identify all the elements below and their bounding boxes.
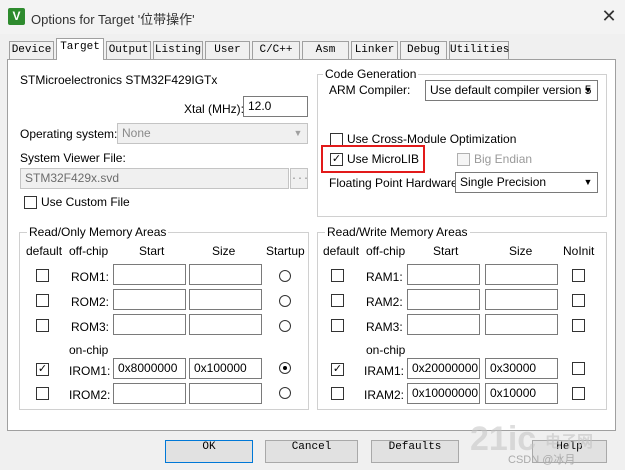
rw-header-size: Size (509, 244, 533, 258)
defaults-button[interactable]: Defaults (371, 440, 459, 463)
chevron-down-icon: ▼ (583, 177, 593, 187)
browse-button[interactable]: ... (290, 168, 309, 189)
check-icon: ✓ (37, 363, 48, 375)
ro-header-default: default (26, 244, 63, 258)
iram2-label: IRAM2: (364, 388, 405, 402)
ram1-label: RAM1: (366, 270, 403, 284)
irom1-size-input[interactable]: 0x100000 (189, 358, 262, 379)
irom1-label: IROM1: (69, 364, 111, 378)
ram1-default-checkbox[interactable] (331, 269, 344, 282)
ram2-noinit-checkbox[interactable] (572, 294, 585, 307)
ram1-size-input[interactable] (485, 264, 558, 285)
irom2-start-input[interactable] (113, 383, 186, 404)
svf-label: System Viewer File: (20, 151, 126, 165)
rom1-label: ROM1: (71, 270, 110, 284)
rom2-start-input[interactable] (113, 289, 186, 310)
chevron-down-icon: ▼ (293, 128, 303, 138)
custom-file-label: Use Custom File (41, 195, 130, 209)
ro-onchip-label: on-chip (69, 343, 109, 357)
irom2-size-input[interactable] (189, 383, 262, 404)
code-generation-legend: Code Generation (323, 67, 419, 81)
ok-button[interactable]: OK (165, 440, 253, 463)
iram1-default-checkbox[interactable]: ✓ (331, 363, 344, 376)
rw-header-noinit: NoInit (563, 244, 595, 258)
ram2-label: RAM2: (366, 295, 403, 309)
os-select[interactable]: None ▼ (117, 123, 308, 144)
device-name: STMicroelectronics STM32F429IGTx (20, 73, 218, 87)
arm-compiler-select[interactable]: Use default compiler version 5 ▼ (425, 80, 598, 101)
rw-memory-legend: Read/Write Memory Areas (325, 225, 470, 239)
rom1-start-input[interactable] (113, 264, 186, 285)
rw-header-default: default (323, 244, 360, 258)
rom2-default-checkbox[interactable] (36, 294, 49, 307)
irom2-label: IROM2: (69, 388, 111, 402)
rom3-size-input[interactable] (189, 314, 262, 335)
iram1-label: IRAM1: (364, 364, 405, 378)
os-label: Operating system: (20, 127, 118, 141)
ro-header-size: Size (212, 244, 236, 258)
ram3-start-input[interactable] (407, 314, 480, 335)
rom3-label: ROM3: (71, 320, 110, 334)
ram1-noinit-checkbox[interactable] (572, 269, 585, 282)
rom1-startup-radio[interactable] (279, 270, 291, 282)
big-endian-label: Big Endian (474, 152, 533, 166)
check-icon: ✓ (332, 363, 343, 375)
iram2-size-input[interactable]: 0x10000 (485, 383, 558, 404)
ro-header-offchip: off-chip (69, 244, 109, 258)
fph-select[interactable]: Single Precision ▼ (455, 172, 598, 193)
rw-header-start: Start (433, 244, 459, 258)
ro-header-start: Start (139, 244, 165, 258)
microlib-checkbox[interactable]: ✓ (330, 153, 343, 166)
iram1-size-input[interactable]: 0x30000 (485, 358, 558, 379)
irom2-default-checkbox[interactable] (36, 387, 49, 400)
watermark-credit: CSDN @冰月 (508, 454, 576, 466)
ram3-default-checkbox[interactable] (331, 319, 344, 332)
iram1-start-input[interactable]: 0x20000000 (407, 358, 480, 379)
ram3-label: RAM3: (366, 320, 403, 334)
radio-selected-dot (283, 366, 287, 370)
xtal-label: Xtal (MHz): (184, 102, 244, 116)
rw-onchip-label: on-chip (366, 343, 406, 357)
ram3-noinit-checkbox[interactable] (572, 319, 585, 332)
rom3-startup-radio[interactable] (279, 320, 291, 332)
ram2-size-input[interactable] (485, 289, 558, 310)
rom2-startup-radio[interactable] (279, 295, 291, 307)
ram2-default-checkbox[interactable] (331, 294, 344, 307)
rom3-start-input[interactable] (113, 314, 186, 335)
ram2-start-input[interactable] (407, 289, 480, 310)
cancel-button[interactable]: Cancel (265, 440, 358, 463)
cross-module-label: Use Cross-Module Optimization (347, 132, 517, 146)
rw-header-offchip: off-chip (366, 244, 406, 258)
iram1-noinit-checkbox[interactable] (572, 362, 585, 375)
custom-file-checkbox[interactable] (24, 196, 37, 209)
ram3-size-input[interactable] (485, 314, 558, 335)
rom1-size-input[interactable] (189, 264, 262, 285)
rom3-default-checkbox[interactable] (36, 319, 49, 332)
check-icon: ✓ (331, 153, 342, 165)
irom1-startup-radio[interactable] (279, 362, 291, 374)
watermark-site: 电子网 (545, 432, 594, 451)
rom2-size-input[interactable] (189, 289, 262, 310)
microlib-label: Use MicroLIB (347, 152, 420, 166)
irom1-default-checkbox[interactable]: ✓ (36, 363, 49, 376)
irom1-start-input[interactable]: 0x8000000 (113, 358, 186, 379)
iram2-default-checkbox[interactable] (331, 387, 344, 400)
svf-input[interactable]: STM32F429x.svd (20, 168, 289, 189)
iram2-start-input[interactable]: 0x10000000 (407, 383, 480, 404)
iram2-noinit-checkbox[interactable] (572, 387, 585, 400)
rom2-label: ROM2: (71, 295, 110, 309)
ro-header-startup: Startup (266, 244, 305, 258)
os-value: None (122, 126, 151, 140)
irom2-startup-radio[interactable] (279, 387, 291, 399)
rom1-default-checkbox[interactable] (36, 269, 49, 282)
ram1-start-input[interactable] (407, 264, 480, 285)
arm-compiler-label: ARM Compiler: (329, 83, 411, 97)
xtal-input[interactable]: 12.0 (243, 96, 308, 117)
chevron-down-icon: ▼ (583, 85, 593, 95)
big-endian-checkbox[interactable] (457, 153, 470, 166)
ro-memory-legend: Read/Only Memory Areas (27, 225, 169, 239)
fph-value: Single Precision (460, 175, 547, 189)
fph-label: Floating Point Hardware: (329, 176, 462, 190)
arm-compiler-value: Use default compiler version 5 (430, 83, 592, 97)
